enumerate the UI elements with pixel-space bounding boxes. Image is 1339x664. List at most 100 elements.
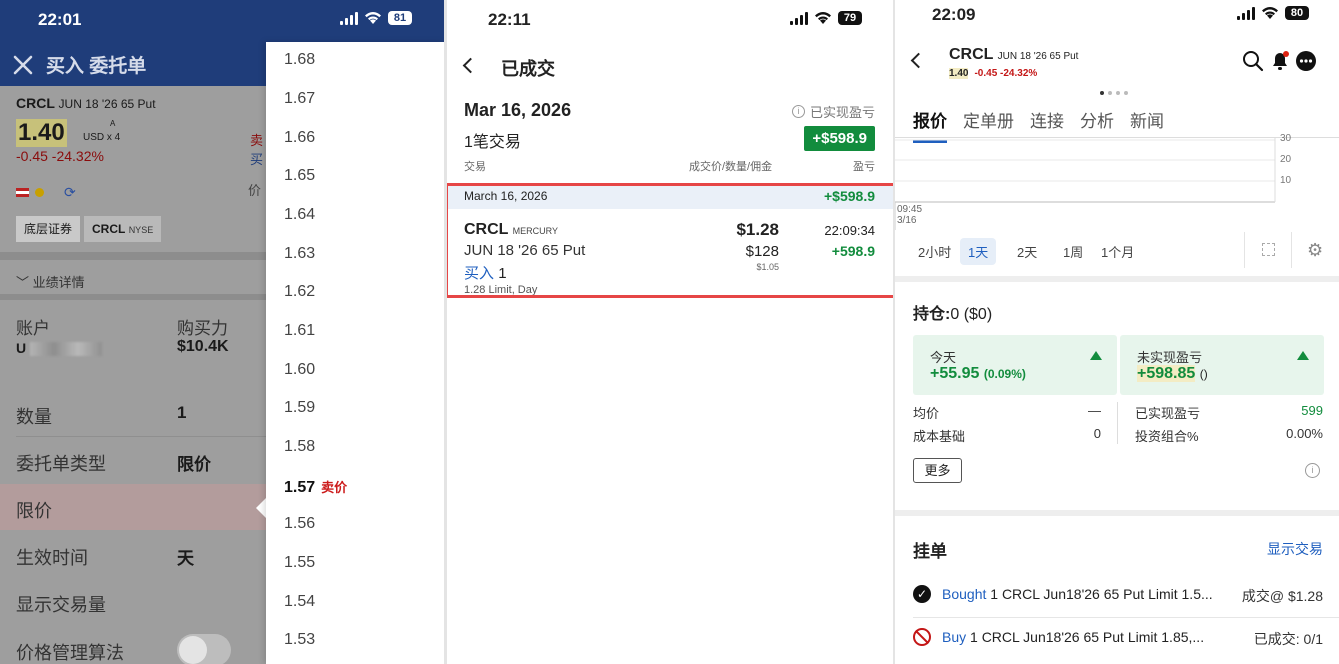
status-time: 22:09: [932, 5, 976, 24]
battery-indicator: 80: [1285, 6, 1309, 20]
status-time: 22:11: [488, 10, 531, 29]
price-algo-toggle[interactable]: [177, 634, 231, 664]
account-value[interactable]: U: [16, 340, 26, 356]
buy-label-truncated: 买: [250, 152, 264, 167]
underlying-tabs: 底层证券 CRCL NYSE: [16, 216, 162, 242]
contract-desc: JUN 18 '26 65 Put: [58, 97, 156, 111]
trade-date: Mar 16, 2026: [464, 100, 572, 120]
order-ticket-panel: 22:01 81 买入 委托单 CRCL JUN 18 '26 65 Put 1…: [0, 0, 444, 664]
order-row[interactable]: ✓ Bought 1 CRCL Jun18'26 65 Put Limit 1.…: [895, 576, 1339, 616]
price-change: -0.45 -24.32%: [16, 148, 104, 164]
picker-item[interactable]: 1.60: [284, 361, 315, 379]
realized-pl-value: 599: [1301, 403, 1323, 418]
picker-item[interactable]: 1.64: [284, 206, 315, 224]
buying-power-value: $10.4K: [177, 338, 229, 355]
ask-label: 卖价: [321, 480, 348, 495]
cost-basis-value: 0: [1093, 426, 1101, 441]
cost-basis-label: 成本基础: [913, 429, 966, 444]
status-icons: 81: [340, 11, 412, 25]
realized-pl-badge: +$598.9: [804, 126, 875, 151]
close-icon[interactable]: [12, 54, 34, 76]
market-flags: ⟳: [16, 184, 76, 201]
picker-item[interactable]: 1.67: [284, 90, 315, 108]
picker-item[interactable]: 1.54: [284, 593, 315, 611]
realized-pl-label[interactable]: i 已实现盈亏: [791, 102, 875, 121]
back-icon[interactable]: [910, 52, 927, 69]
more-icon[interactable]: [1295, 50, 1317, 72]
picker-item[interactable]: 1.58: [284, 438, 315, 456]
range-1w[interactable]: 1周: [1055, 238, 1091, 265]
range-divider: [1244, 232, 1245, 268]
field-display-size[interactable]: 显示交易量: [0, 578, 266, 624]
picker-item[interactable]: 1.59: [284, 399, 315, 417]
gear-icon[interactable]: ⚙: [1307, 240, 1323, 261]
field-order-type[interactable]: 委托单类型 限价: [0, 437, 266, 483]
picker-item[interactable]: 1.66: [284, 129, 315, 147]
up-arrow-icon: [1297, 351, 1309, 360]
kv-divider: [1117, 402, 1118, 444]
order-title-text: 买入 委托单: [46, 56, 147, 77]
contract-title: CRCL JUN 18 '26 65 Put: [16, 95, 156, 111]
unrealized-pl-card: 未实现盈亏 +598.85 (): [1120, 335, 1324, 395]
tab-crcl[interactable]: CRCL NYSE: [84, 216, 162, 242]
search-icon[interactable]: [1242, 50, 1264, 72]
picker-item[interactable]: 1.68: [284, 51, 315, 69]
field-limit-price[interactable]: 限价: [0, 484, 266, 530]
expand-icon[interactable]: [1262, 243, 1275, 256]
us-flag-icon: [16, 188, 29, 197]
field-time-in-force[interactable]: 生效时间 天: [0, 531, 266, 577]
status-time: 22:01: [38, 10, 82, 29]
tab-underlying[interactable]: 底层证券: [16, 216, 81, 242]
info-icon[interactable]: i: [1305, 463, 1320, 478]
status-bar: 22:01 81: [0, 0, 444, 40]
filled-trades-panel: 22:11 79 已成交 Mar 16, 2026 1笔交易 i 已实现盈亏 +$…: [447, 0, 893, 664]
picker-item[interactable]: 1.53: [284, 631, 315, 649]
range-2h[interactable]: 2小时: [910, 238, 959, 265]
signal-icon: [340, 11, 358, 25]
contract-price: 1.40 -0.45 -24.32%: [949, 68, 1038, 79]
picker-item[interactable]: 1.63: [284, 245, 315, 263]
row-divider: [913, 617, 1339, 618]
performance-toggle[interactable]: ﹀ 业绩详情: [16, 272, 85, 291]
status-bar: 22:11 79: [447, 0, 893, 40]
back-icon[interactable]: [462, 57, 479, 74]
contract-symbol: CRCL: [16, 95, 55, 111]
wifi-icon: [365, 12, 381, 24]
picker-item[interactable]: 1.55: [284, 554, 315, 572]
show-trades-link[interactable]: 显示交易: [1267, 539, 1323, 559]
y-tick: 20: [1280, 154, 1292, 165]
header-pl: 盈亏: [853, 161, 875, 173]
battery-indicator: 81: [388, 11, 412, 25]
price-chart[interactable]: 30 20 10 09:45 3/16: [895, 133, 1339, 230]
refresh-icon[interactable]: ⟳: [64, 184, 76, 201]
picker-pointer: [256, 498, 266, 518]
avg-price-label: 均价: [913, 406, 940, 421]
contract-detail-panel: 22:09 80 CRCL JUN 18 '26 65 Put 1.40 -0.4…: [895, 0, 1339, 664]
range-1d[interactable]: 1天: [960, 238, 997, 265]
x-tick: 09:45 3/16: [897, 204, 923, 226]
position-title: 持仓:0 ($0): [913, 306, 993, 323]
picker-item[interactable]: 1.61: [284, 322, 315, 340]
price-picker[interactable]: 1.68 1.67 1.66 1.65 1.64 1.63 1.62 1.61 …: [266, 42, 444, 664]
highlight-box: [447, 183, 893, 298]
bell-icon[interactable]: [1269, 50, 1291, 72]
picker-item[interactable]: 1.62: [284, 283, 315, 301]
up-arrow-icon: [1090, 351, 1102, 360]
account-redacted: [30, 342, 102, 356]
signal-icon: [1237, 6, 1255, 20]
range-1m[interactable]: 1个月: [1093, 238, 1142, 265]
page-indicator: [1100, 91, 1128, 95]
range-2d[interactable]: 2天: [1009, 238, 1045, 265]
picker-item-selected[interactable]: 1.57 卖价: [284, 477, 347, 497]
order-row[interactable]: Buy 1 CRCL Jun18'26 65 Put Limit 1.85,..…: [895, 619, 1339, 659]
cancelled-icon: [913, 628, 931, 646]
contract-title: CRCL JUN 18 '26 65 Put: [949, 46, 1079, 63]
more-button[interactable]: 更多: [913, 458, 962, 483]
order-title: 买入 委托单: [12, 51, 146, 78]
sell-label-truncated: 卖: [250, 133, 264, 148]
wifi-icon: [1262, 7, 1278, 20]
price-label-truncated: 价: [248, 183, 262, 198]
picker-item[interactable]: 1.65: [284, 167, 315, 185]
field-quantity[interactable]: 数量 1: [0, 390, 266, 436]
picker-item[interactable]: 1.56: [284, 515, 315, 533]
